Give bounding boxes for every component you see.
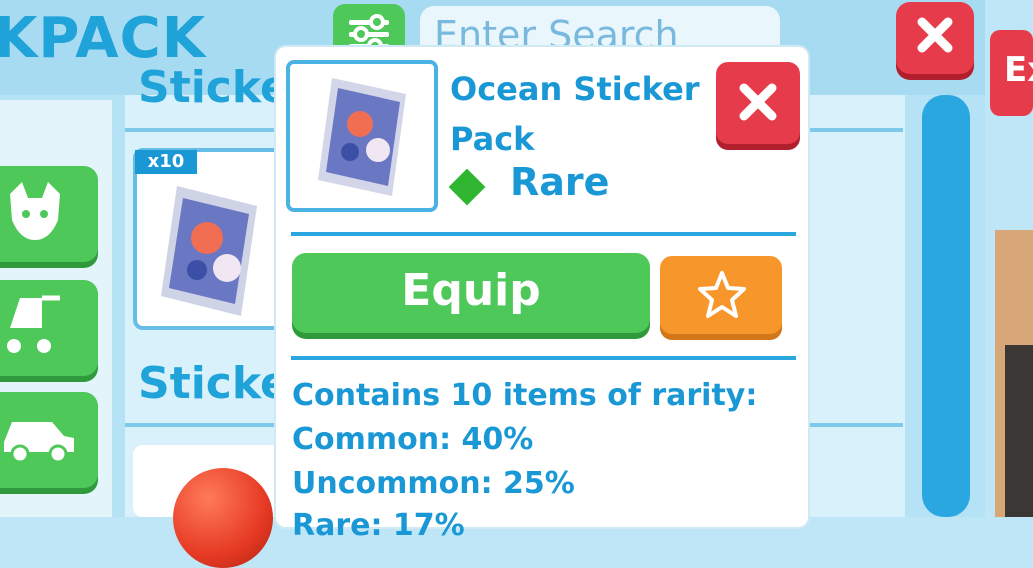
section-divider [125,423,275,427]
odds-common: Common: 40% [292,422,534,457]
exit-sign: Ex [990,30,1033,116]
exit-sign-label: Ex [1004,50,1033,90]
section-header-top: Sticke [138,62,290,113]
category-vehicles-button[interactable] [0,392,98,488]
equip-button[interactable]: Equip [292,253,650,333]
section-divider [125,128,275,132]
sticker-pack-slot[interactable] [133,148,283,330]
item-name: Ocean Sticker Pack [450,70,700,158]
scrollbar[interactable] [922,95,970,517]
popup-divider [291,356,796,360]
close-icon [739,83,777,121]
car-icon [4,422,74,464]
stroller-icon [7,295,60,353]
item-rarity: Rare [510,160,610,204]
favorite-button[interactable] [660,256,782,334]
sticker-pack-icon [318,78,406,196]
pet-icon [10,182,60,240]
category-strollers-button[interactable] [0,280,98,376]
odds-uncommon: Uncommon: 25% [292,466,575,501]
close-backpack-button[interactable] [896,2,974,74]
dark-furniture [1005,345,1033,517]
section-header-bottom: Sticke [138,358,290,409]
quantity-badge: x10 [135,150,197,174]
item-thumbnail [286,60,438,212]
contents-title: Contains 10 items of rarity: [292,378,758,413]
section-divider [808,423,903,427]
category-sidebar [0,100,112,517]
category-pets-button[interactable] [0,166,98,262]
odds-rare: Rare: 17% [292,508,465,543]
sticker-pack-icon [161,186,257,316]
close-icon [917,17,953,53]
close-popup-button[interactable] [716,62,800,144]
popup-divider [291,232,796,236]
star-icon [698,271,746,318]
red-ball-icon [173,468,273,568]
section-divider [808,128,903,132]
